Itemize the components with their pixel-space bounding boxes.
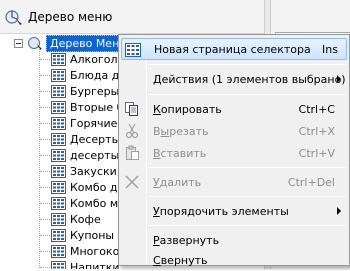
menu-item-delete[interactable]: Удалить Ctrl+Del — [121, 171, 347, 193]
tree-item[interactable]: Алкоголь — [40, 51, 128, 67]
menu-item-shortcut: Ins — [322, 42, 338, 56]
selector-page-icon — [51, 260, 66, 269]
context-menu: Новая страница селектора Ins Действия (1… — [118, 34, 350, 267]
tree-item[interactable]: Комбо дл — [40, 179, 128, 195]
selector-page-icon — [51, 84, 66, 98]
tree-item-list: Алкоголь Блюда де Бургеры Вторые б Горяч… — [40, 51, 128, 269]
tree-item[interactable]: Бургеры — [40, 83, 128, 99]
panel-header: Дерево меню — [0, 0, 264, 34]
collapse-icon[interactable] — [14, 38, 23, 48]
menu-item-label: Вставить — [153, 146, 207, 160]
menu-item-label: Вырезать — [153, 124, 209, 138]
menu-item-shortcut: Ctrl+V — [298, 146, 335, 160]
tree-item[interactable]: Комбо ме — [40, 195, 128, 211]
tree-item[interactable]: Горячие н — [40, 115, 128, 131]
paste-icon — [126, 145, 139, 160]
menu-item-cut[interactable]: Вырезать Ctrl+X — [121, 120, 347, 142]
menu-item-expand[interactable]: Развернуть — [121, 229, 347, 251]
tree-item[interactable]: Кофе — [40, 211, 128, 227]
tree-item[interactable]: Напитки — [40, 259, 128, 269]
tree-item[interactable]: Купоны — [40, 227, 128, 243]
new-selector-page-icon — [125, 43, 141, 57]
menu-separator — [149, 94, 346, 95]
submenu-arrow-icon — [337, 75, 341, 83]
menu-item-paste[interactable]: Вставить Ctrl+V — [121, 142, 347, 164]
tree-item[interactable]: десерты2 — [40, 147, 128, 163]
menu-item-actions[interactable]: Действия (1 элементов выбрано) — [121, 68, 347, 90]
menu-item-label: Развернуть — [153, 233, 220, 247]
delete-icon — [125, 175, 139, 189]
tree-root-row[interactable]: Дерево Меню — [14, 34, 133, 52]
tree-item[interactable]: Закуски — [40, 163, 128, 179]
selector-page-icon — [51, 148, 66, 162]
selector-page-icon — [51, 196, 66, 210]
selector-page-icon — [51, 116, 66, 130]
selector-page-icon — [51, 244, 66, 258]
tree-item[interactable]: Десерты — [40, 131, 128, 147]
selector-page-icon — [51, 228, 66, 242]
selector-page-icon — [51, 52, 66, 66]
menu-item-copy[interactable]: Копировать Ctrl+C — [121, 98, 347, 120]
submenu-arrow-icon — [337, 207, 341, 215]
menu-item-new-selector-page[interactable]: Новая страница селектора Ins — [121, 38, 347, 60]
menu-item-label: Действия (1 элементов выбрано) — [153, 72, 346, 86]
menu-tree-icon — [5, 9, 22, 25]
tree-item[interactable]: Блюда де — [40, 67, 128, 83]
menu-item-label: Свернуть — [153, 253, 208, 267]
menu-item-shortcut: Ctrl+X — [298, 124, 335, 138]
menu-item-collapse[interactable]: Свернуть — [121, 249, 347, 271]
menu-item-label: Упорядочить элементы — [153, 204, 289, 218]
menu-separator — [149, 225, 346, 226]
selector-page-icon — [51, 164, 66, 178]
menu-item-label: Копировать — [153, 102, 222, 116]
selector-page-icon — [51, 212, 66, 226]
menu-separator — [149, 64, 346, 65]
menu-item-shortcut: Ctrl+C — [298, 102, 335, 116]
selector-page-icon — [51, 68, 66, 82]
menu-separator — [149, 196, 346, 197]
menu-item-shortcut: Ctrl+Del — [287, 175, 335, 189]
panel-title: Дерево меню — [28, 9, 113, 24]
tree-item[interactable]: Многоком — [40, 243, 128, 259]
selector-page-icon — [51, 132, 66, 146]
menu-item-sort[interactable]: Упорядочить элементы — [121, 200, 347, 222]
menu-item-label: Новая страница селектора — [154, 42, 311, 56]
copy-icon — [125, 102, 138, 116]
cut-icon — [125, 123, 139, 139]
selector-page-icon — [51, 100, 66, 114]
selector-page-icon — [51, 180, 66, 194]
menu-separator — [149, 167, 346, 168]
menu-item-label: Удалить — [153, 175, 202, 189]
tree-item[interactable]: Вторые б — [40, 99, 128, 115]
